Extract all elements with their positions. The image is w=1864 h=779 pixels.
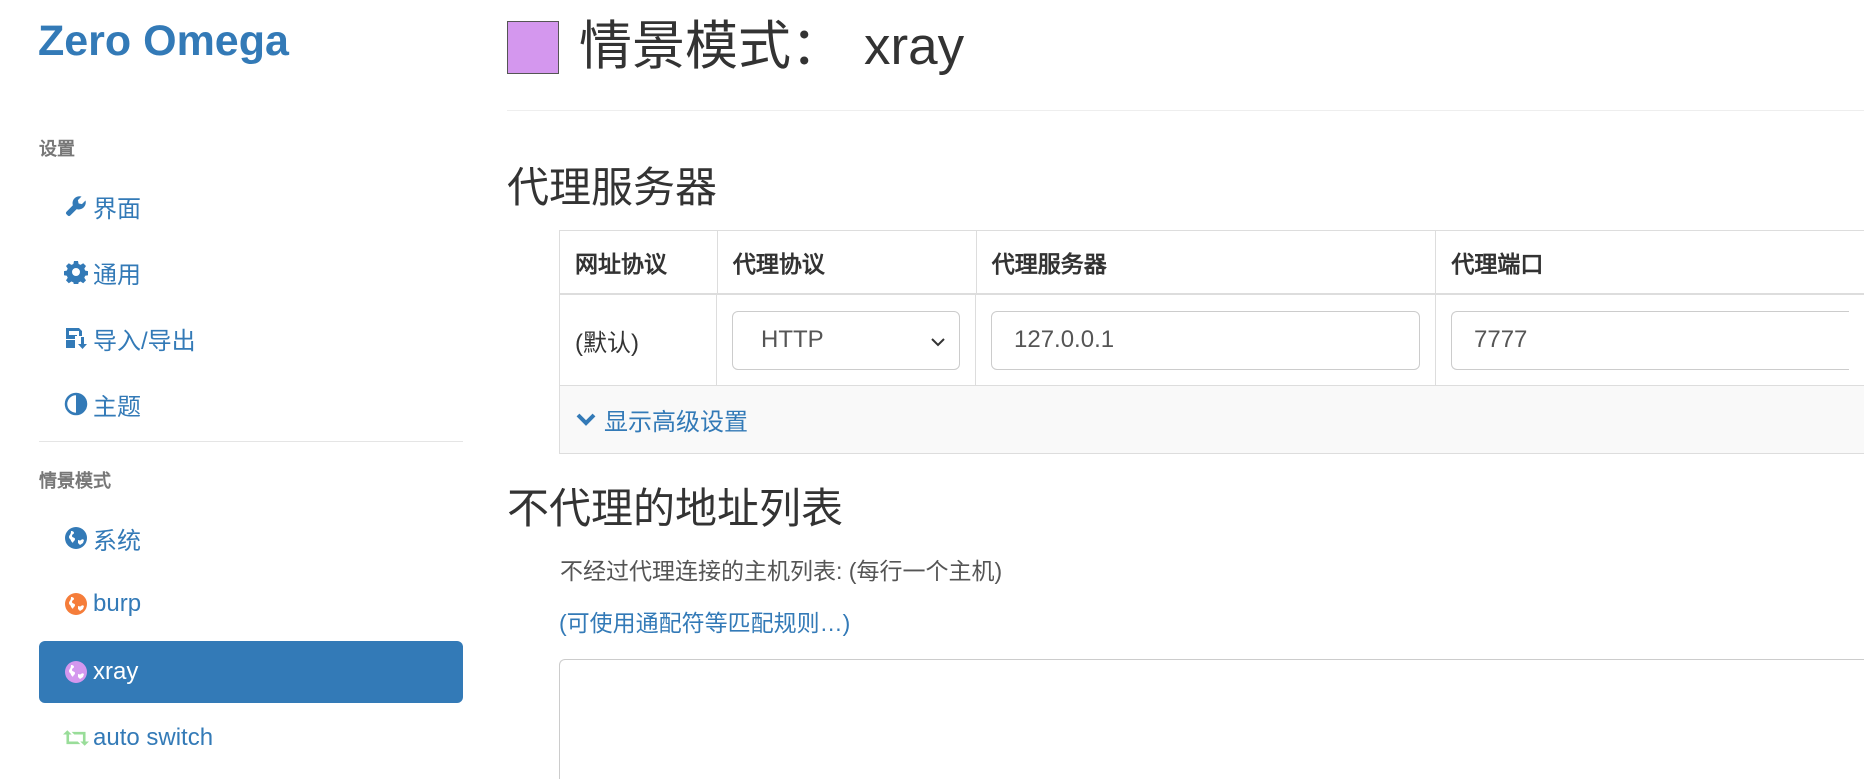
table-header-row: 网址协议 代理协议 代理服务器 代理端口 bbox=[560, 231, 1864, 295]
sidebar-item-xray[interactable]: xray bbox=[39, 641, 463, 703]
sidebar-divider bbox=[39, 441, 463, 442]
table-row: (默认) HTTP 127.0.0.1 7777 bbox=[560, 295, 1864, 386]
sidebar-item-label: 导入/导出 bbox=[93, 327, 196, 355]
profile-color-swatch[interactable] bbox=[507, 20, 559, 74]
chevron-down-icon bbox=[931, 326, 945, 354]
proxy-table: 网址协议 代理协议 代理服务器 代理端口 (默认) HTTP 127.0.0.1… bbox=[559, 230, 1864, 454]
bypass-section-title: 不代理的地址列表 bbox=[507, 485, 844, 532]
wrench-icon bbox=[63, 193, 89, 219]
bypass-description: 不经过代理连接的主机列表: (每行一个主机) bbox=[560, 558, 1003, 584]
sidebar-item-label: 界面 bbox=[93, 195, 141, 223]
gear-icon bbox=[63, 259, 89, 285]
profile-name[interactable]: xray bbox=[864, 12, 964, 82]
sidebar: Zero Omega 设置 界面 通用 导入/导出 主题 情景模式 系统 bur… bbox=[0, 0, 470, 779]
main-content: 情景模式： xray 代理服务器 网址协议 代理协议 代理服务器 代理端口 (默… bbox=[507, 0, 1864, 779]
page-title-prefix: 情景模式： bbox=[579, 17, 844, 76]
column-header: 代理端口 bbox=[1436, 231, 1864, 295]
sidebar-item-label: 系统 bbox=[93, 527, 141, 555]
sidebar-item-interface[interactable]: 界面 bbox=[39, 175, 463, 237]
app-brand[interactable]: Zero Omega bbox=[38, 14, 289, 68]
column-header: 代理协议 bbox=[717, 231, 977, 295]
switch-icon bbox=[63, 725, 89, 751]
settings-header: 设置 bbox=[39, 139, 75, 159]
sidebar-item-theme[interactable]: 主题 bbox=[39, 373, 463, 435]
sidebar-item-label: auto switch bbox=[93, 724, 214, 751]
sidebar-item-label: burp bbox=[93, 590, 142, 617]
sidebar-item-label: xray bbox=[93, 658, 139, 685]
profiles-header: 情景模式 bbox=[39, 471, 111, 491]
title-divider bbox=[507, 110, 1864, 111]
server-cell: 127.0.0.1 bbox=[976, 295, 1436, 386]
sidebar-item-system[interactable]: 系统 bbox=[39, 507, 463, 569]
contrast-icon bbox=[63, 391, 89, 417]
protocol-select[interactable]: HTTP bbox=[732, 310, 960, 370]
globe-icon bbox=[63, 591, 89, 617]
bypass-list-textarea[interactable] bbox=[559, 659, 1864, 779]
proxy-server-input[interactable]: 127.0.0.1 bbox=[991, 310, 1420, 370]
protocol-cell: HTTP bbox=[717, 295, 976, 386]
floppy-import-icon bbox=[63, 325, 89, 351]
page-title: 情景模式： xray bbox=[507, 12, 964, 82]
proxy-port-input[interactable]: 7777 bbox=[1451, 310, 1849, 370]
protocol-select-value: HTTP bbox=[761, 326, 824, 353]
sidebar-item-general[interactable]: 通用 bbox=[39, 241, 463, 303]
proxy-section-title: 代理服务器 bbox=[507, 164, 718, 211]
chevron-down-icon bbox=[576, 412, 596, 428]
globe-icon bbox=[63, 659, 89, 685]
show-advanced-toggle[interactable]: 显示高级设置 bbox=[560, 386, 1864, 453]
sidebar-item-label: 通用 bbox=[93, 261, 141, 289]
column-header: 代理服务器 bbox=[976, 231, 1437, 295]
sidebar-item-import-export[interactable]: 导入/导出 bbox=[39, 307, 463, 369]
globe-icon bbox=[63, 525, 89, 551]
scheme-cell: (默认) bbox=[560, 295, 717, 386]
sidebar-item-burp[interactable]: burp bbox=[39, 573, 463, 635]
column-header: 网址协议 bbox=[560, 231, 718, 295]
port-cell: 7777 bbox=[1436, 295, 1864, 386]
wildcard-rules-link[interactable]: (可使用通配符等匹配规则…) bbox=[559, 608, 850, 638]
show-advanced-label: 显示高级设置 bbox=[604, 409, 748, 436]
sidebar-item-auto-switch[interactable]: auto switch bbox=[39, 707, 463, 769]
sidebar-item-label: 主题 bbox=[93, 393, 141, 421]
